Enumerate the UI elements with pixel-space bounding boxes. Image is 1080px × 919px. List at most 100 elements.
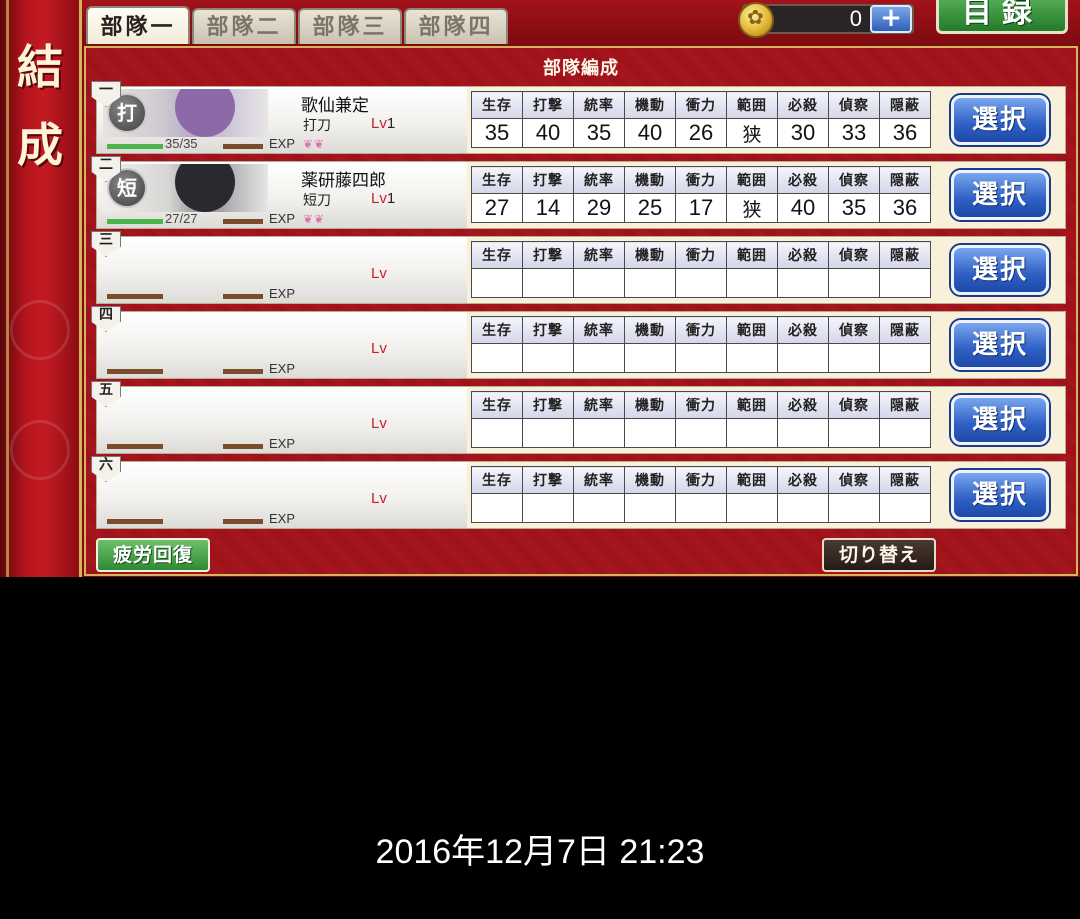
select-button[interactable]: 選択 <box>951 245 1049 295</box>
portrait-hair <box>175 89 235 137</box>
stat-header: 必殺 <box>777 391 829 419</box>
stat-header: 偵察 <box>828 166 880 194</box>
unit-tabs: 部隊一 部隊二 部隊三 部隊四 <box>86 6 508 46</box>
stat-header: 生存 <box>471 466 523 494</box>
select-button[interactable]: 選択 <box>951 320 1049 370</box>
stats-table: 生存 打撃 統率 機動 衝力 範囲 必殺 偵察 隠蔽 <box>471 466 931 523</box>
stat-value <box>879 343 931 373</box>
stat-value <box>573 343 625 373</box>
unit-info: EXP Lv <box>97 462 467 528</box>
exp-bar <box>223 444 263 449</box>
stat-value <box>828 493 880 523</box>
left-banner: 結成 <box>0 0 82 577</box>
unit-stats: 生存 打撃 統率 機動 衝力 範囲 必殺 偵察 隠蔽 選択 <box>467 237 1065 303</box>
stat-header: 打撃 <box>522 466 574 494</box>
cherry-petals-icon: ❦❦ <box>303 137 326 151</box>
game-screen: 結成 部隊一 部隊二 部隊三 部隊四 0 + 目録 部隊編成 一打歌仙兼定打刀3… <box>0 0 1080 577</box>
stat-value: 40 <box>624 118 676 148</box>
tab-unit-3[interactable]: 部隊三 <box>298 8 402 44</box>
stat-value <box>879 418 931 448</box>
level-indicator: Lv1 <box>371 115 395 132</box>
stat-value <box>573 493 625 523</box>
stat-value <box>573 268 625 298</box>
stat-header: 機動 <box>624 166 676 194</box>
stat-value <box>828 268 880 298</box>
fatigue-recovery-button[interactable]: 疲労回復 <box>96 538 210 572</box>
stat-header: 打撃 <box>522 316 574 344</box>
stat-header: 範囲 <box>726 166 778 194</box>
unit-slot[interactable]: 六 EXP Lv 生存 打撃 統率 機動 衝力 範囲 必殺 偵察 隠蔽 選択 <box>91 456 1066 529</box>
unit-slot[interactable]: 二短薬研藤四郎 短刀 27/27 ❦❦ EXP Lv1 生存 打撃 統率 機動 衝力 範囲 必殺 偵察 隠蔽… <box>91 156 1066 229</box>
select-button[interactable]: 選択 <box>951 170 1049 220</box>
stat-value <box>726 493 778 523</box>
unit-stats: 生存 打撃 統率 機動 衝力 範囲 必殺 偵察 隠蔽 選択 <box>467 312 1065 378</box>
stat-header: 機動 <box>624 391 676 419</box>
gold-coin-icon <box>738 2 774 38</box>
select-button[interactable]: 選択 <box>951 95 1049 145</box>
stat-header: 衝力 <box>675 91 727 119</box>
stat-value-row: 35 40 35 40 26 狭 30 33 36 <box>471 118 931 148</box>
stat-header: 統率 <box>573 91 625 119</box>
select-button[interactable]: 選択 <box>951 395 1049 445</box>
level-value: 1 <box>386 115 396 132</box>
stat-header: 偵察 <box>828 466 880 494</box>
level-label: Lv <box>371 415 387 432</box>
level-label: Lv <box>371 340 387 357</box>
unit-slot[interactable]: 五 EXP Lv 生存 打撃 統率 機動 衝力 範囲 必殺 偵察 隠蔽 選択 <box>91 381 1066 454</box>
cherry-petals-icon: ❦❦ <box>303 212 326 226</box>
select-button[interactable]: 選択 <box>951 470 1049 520</box>
stat-value: 30 <box>777 118 829 148</box>
unit-slot[interactable]: 一打歌仙兼定 打刀 35/35 ❦❦ EXP Lv1 生存 打撃 統率 機動 衝力 範囲 必殺 偵察 隠蔽 3… <box>91 81 1066 154</box>
stat-header: 衝力 <box>675 466 727 494</box>
portrait-hair <box>175 164 235 212</box>
stat-value-row <box>471 268 931 298</box>
stat-value: 36 <box>879 193 931 223</box>
unit-info: 打歌仙兼定 打刀 35/35 ❦❦ EXP Lv1 <box>97 87 467 153</box>
unit-sword-type: 短刀 <box>303 193 331 209</box>
stat-header: 生存 <box>471 316 523 344</box>
stat-header-row: 生存 打撃 統率 機動 衝力 範囲 必殺 偵察 隠蔽 <box>471 166 931 194</box>
stat-value <box>777 268 829 298</box>
unit-slot[interactable]: 四 EXP Lv 生存 打撃 統率 機動 衝力 範囲 必殺 偵察 隠蔽 選択 <box>91 306 1066 379</box>
stat-value-row <box>471 493 931 523</box>
stat-value: 35 <box>573 118 625 148</box>
stat-value <box>522 418 574 448</box>
stat-value <box>624 493 676 523</box>
stat-header: 打撃 <box>522 391 574 419</box>
stat-header: 必殺 <box>777 316 829 344</box>
unit-sword-type: 打刀 <box>303 118 331 134</box>
unit-slot[interactable]: 三 EXP Lv 生存 打撃 統率 機動 衝力 範囲 必殺 偵察 隠蔽 選択 <box>91 231 1066 304</box>
stat-value <box>471 493 523 523</box>
exp-label: EXP <box>269 511 296 526</box>
currency-display: 0 + <box>738 2 914 38</box>
tab-unit-1[interactable]: 部隊一 <box>86 6 190 44</box>
catalog-button[interactable]: 目録 <box>936 0 1068 34</box>
stat-header-row: 生存 打撃 統率 機動 衝力 範囲 必殺 偵察 隠蔽 <box>471 466 931 494</box>
stat-header: 打撃 <box>522 166 574 194</box>
unit-stats: 生存 打撃 統率 機動 衝力 範囲 必殺 偵察 隠蔽 27 14 29 25 17 狭 40 35 36 選択 <box>467 162 1065 228</box>
stat-header: 隠蔽 <box>879 316 931 344</box>
stat-header: 偵察 <box>828 316 880 344</box>
banner-decoration <box>10 300 70 360</box>
stat-header: 範囲 <box>726 316 778 344</box>
stat-header: 衝力 <box>675 166 727 194</box>
add-currency-button[interactable]: + <box>870 5 912 33</box>
stat-value <box>624 418 676 448</box>
switch-button[interactable]: 切り替え <box>822 538 936 572</box>
level-indicator: Lv1 <box>371 190 395 207</box>
stat-header: 生存 <box>471 91 523 119</box>
stat-header: 統率 <box>573 466 625 494</box>
stat-value <box>879 493 931 523</box>
stat-value <box>726 418 778 448</box>
stat-header: 機動 <box>624 466 676 494</box>
stat-value <box>624 268 676 298</box>
stat-value: 27 <box>471 193 523 223</box>
stat-header: 隠蔽 <box>879 166 931 194</box>
tab-unit-4[interactable]: 部隊四 <box>404 8 508 44</box>
level-label: Lv <box>371 265 387 282</box>
stat-header-row: 生存 打撃 統率 機動 衝力 範囲 必殺 偵察 隠蔽 <box>471 391 931 419</box>
tab-unit-2[interactable]: 部隊二 <box>192 8 296 44</box>
exp-label: EXP <box>269 436 296 451</box>
exp-bar <box>223 519 263 524</box>
stats-table: 生存 打撃 統率 機動 衝力 範囲 必殺 偵察 隠蔽 <box>471 391 931 448</box>
